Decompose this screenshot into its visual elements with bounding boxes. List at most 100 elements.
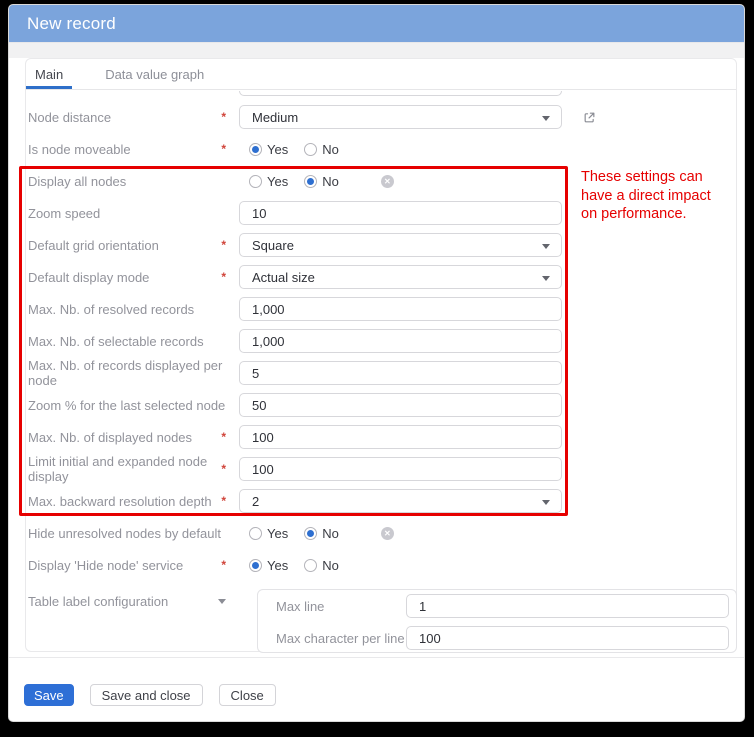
radio-label: Yes — [267, 174, 288, 189]
radio-label: No — [322, 558, 339, 573]
form-row: Limit initial and expanded node display* — [28, 457, 562, 481]
chevron-down-icon — [542, 244, 550, 249]
close-button[interactable]: Close — [219, 684, 276, 706]
field-label-column: Display 'Hide node' service * — [28, 558, 239, 573]
radio-unselected-icon[interactable] — [249, 175, 262, 188]
required-asterisk-icon: * — [221, 144, 226, 154]
form-row: Default grid orientation* Square — [28, 233, 562, 257]
table-label-configuration-row: Table label configurationMax lineMax cha… — [28, 589, 736, 653]
footer-buttons: Save Save and close Close — [24, 684, 276, 706]
field-label-column: Default grid orientation* — [28, 238, 239, 253]
radio-option-yes[interactable]: Yes — [249, 174, 288, 189]
radio-label: Yes — [267, 142, 288, 157]
radio-group: Yes No ✕ — [239, 174, 394, 189]
required-asterisk-icon: * — [221, 240, 226, 250]
text-input[interactable] — [239, 329, 562, 353]
radio-option-no[interactable]: No — [304, 174, 339, 189]
chevron-down-icon[interactable] — [218, 599, 226, 604]
form-row: Hide unresolved nodes by default Yes No ✕ — [28, 521, 394, 545]
cut-off-input[interactable] — [239, 91, 562, 96]
titlebar-strip — [9, 42, 744, 58]
field-label: Display 'Hide node' service — [28, 558, 183, 573]
save-and-close-button[interactable]: Save and close — [90, 684, 203, 706]
field-label: Max. backward resolution depth — [28, 494, 212, 509]
radio-selected-icon[interactable] — [304, 175, 317, 188]
group-field-row: Max line — [258, 594, 736, 618]
field-label: Node distance — [28, 110, 111, 125]
external-link-icon[interactable] — [583, 111, 596, 124]
field-label: Limit initial and expanded node display — [28, 454, 221, 484]
radio-selected-icon[interactable] — [304, 527, 317, 540]
radio-option-yes[interactable]: Yes — [249, 558, 288, 573]
field-label-column: Limit initial and expanded node display* — [28, 454, 239, 484]
radio-group: Yes No — [239, 142, 355, 157]
text-input[interactable] — [406, 626, 729, 650]
clear-icon[interactable]: ✕ — [381, 527, 394, 540]
required-asterisk-icon: * — [221, 560, 226, 570]
text-input[interactable] — [239, 201, 562, 225]
form-row: Is node moveable*YesNo — [28, 137, 355, 161]
tab-data-value-graph-label: Data value graph — [105, 67, 204, 82]
form-area: Node distance*MediumIs node moveable*Yes… — [26, 91, 736, 652]
radio-group: Yes No — [239, 558, 355, 573]
chevron-down-icon — [542, 276, 550, 281]
form-row: Max. Nb. of selectable records — [28, 329, 562, 353]
dropdown[interactable]: Square — [239, 233, 562, 257]
field-label-column: Max. Nb. of selectable records — [28, 334, 239, 349]
field-label: Max. Nb. of selectable records — [28, 334, 204, 349]
form-row: Max. backward resolution depth*2 — [28, 489, 562, 513]
radio-option-yes[interactable]: Yes — [249, 526, 288, 541]
text-input[interactable] — [239, 297, 562, 321]
radio-option-yes[interactable]: Yes — [249, 142, 288, 157]
required-asterisk-icon: * — [221, 432, 226, 442]
group-field-row: Max character per line — [258, 626, 736, 650]
dropdown-value: Square — [252, 238, 294, 253]
table-label-configuration-panel: Max line Max character per line — [257, 589, 737, 653]
radio-label: No — [322, 526, 339, 541]
dropdown-value: Medium — [252, 110, 298, 125]
radio-option-no[interactable]: No — [304, 142, 339, 157]
form-row: Zoom speed — [28, 201, 562, 225]
dropdown-value: Actual size — [252, 270, 315, 285]
field-label: Zoom % for the last selected node — [28, 398, 225, 413]
text-input[interactable] — [239, 457, 562, 481]
required-asterisk-icon: * — [221, 112, 226, 122]
field-label-column: Zoom speed — [28, 206, 239, 221]
dialog-title: New record — [27, 14, 116, 34]
text-input[interactable] — [239, 393, 562, 417]
dropdown[interactable]: Medium — [239, 105, 562, 129]
save-button[interactable]: Save — [24, 684, 74, 706]
radio-selected-icon[interactable] — [249, 143, 262, 156]
field-label: Zoom speed — [28, 206, 100, 221]
field-label-column: Display all nodes — [28, 174, 239, 189]
field-label-column: Default display mode * — [28, 270, 239, 285]
radio-selected-icon[interactable] — [249, 559, 262, 572]
tab-main-label: Main — [35, 67, 63, 82]
radio-unselected-icon[interactable] — [249, 527, 262, 540]
new-record-dialog: New record Main Data value graph Node di… — [8, 4, 745, 722]
tab-main[interactable]: Main — [26, 59, 72, 89]
field-label-column: Max. backward resolution depth* — [28, 494, 239, 509]
dropdown[interactable]: Actual size — [239, 265, 562, 289]
text-input[interactable] — [239, 361, 562, 385]
radio-unselected-icon[interactable] — [304, 559, 317, 572]
radio-option-no[interactable]: No — [304, 526, 339, 541]
radio-option-no[interactable]: No — [304, 558, 339, 573]
required-asterisk-icon: * — [221, 272, 226, 282]
field-label-column: Hide unresolved nodes by default — [28, 526, 239, 541]
text-input[interactable] — [406, 594, 729, 618]
chevron-down-icon — [542, 500, 550, 505]
radio-unselected-icon[interactable] — [304, 143, 317, 156]
field-label-column: Node distance * — [28, 110, 239, 125]
field-label: Default display mode — [28, 270, 149, 285]
tab-data-value-graph[interactable]: Data value graph — [96, 59, 213, 89]
clear-icon[interactable]: ✕ — [381, 175, 394, 188]
form-row: Display 'Hide node' service * Yes No — [28, 553, 355, 577]
radio-group: Yes No ✕ — [239, 526, 394, 541]
form-card: Main Data value graph Node distance * Medi… — [25, 58, 737, 652]
dialog-titlebar: New record — [9, 5, 744, 42]
field-label-column: Max. Nb. of resolved records — [28, 302, 239, 317]
dropdown[interactable]: 2 — [239, 489, 562, 513]
field-label: Max character per line — [258, 631, 406, 646]
text-input[interactable] — [239, 425, 562, 449]
